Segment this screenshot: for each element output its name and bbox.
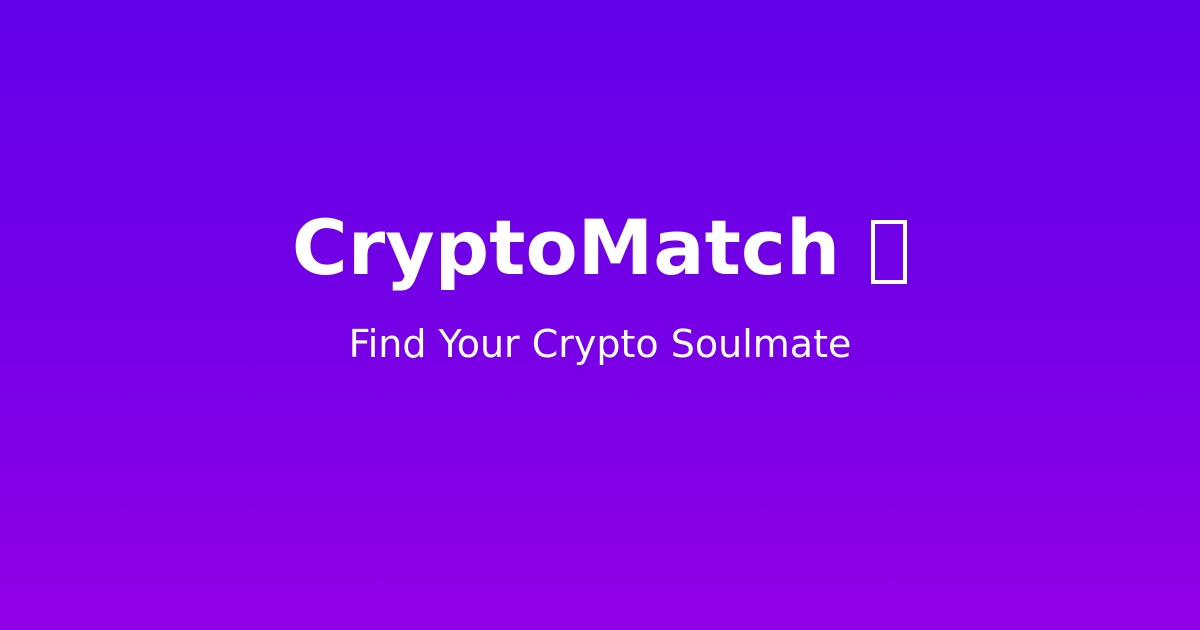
title-row: CryptoMatch <box>0 200 1200 296</box>
missing-glyph-icon <box>870 219 908 285</box>
tagline: Find Your Crypto Soulmate <box>348 322 852 366</box>
hero-banner: CryptoMatch Find Your Crypto Soulmate <box>0 0 1200 630</box>
app-title: CryptoMatch <box>291 203 841 292</box>
